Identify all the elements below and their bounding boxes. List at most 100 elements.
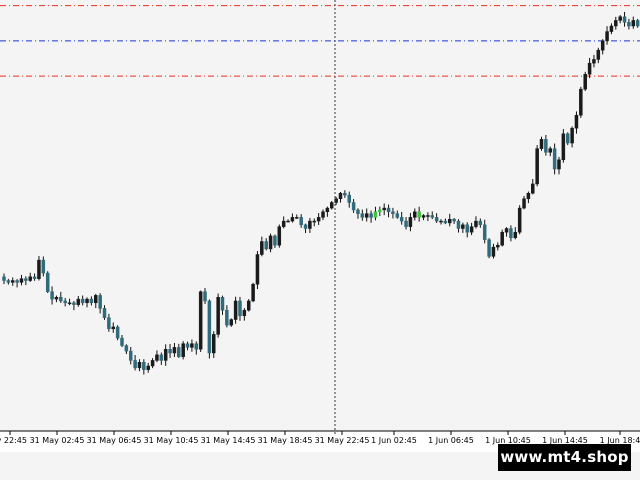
candle-body <box>364 213 369 218</box>
candle-body <box>583 74 587 90</box>
candle-body <box>111 326 115 330</box>
candle-body <box>343 192 347 196</box>
x-tick-label: 1 Jun 02:45 <box>371 436 417 445</box>
candle-body <box>159 354 164 361</box>
candle-body <box>356 209 360 214</box>
candle-body <box>461 224 465 229</box>
candle-body <box>32 276 37 279</box>
candle-body <box>172 347 177 354</box>
candle-body <box>622 16 627 23</box>
candle-body <box>347 194 351 203</box>
candle-body <box>544 139 548 153</box>
candle-body <box>260 241 264 255</box>
candle-body <box>338 192 343 200</box>
candle-body <box>85 298 89 304</box>
candle-body <box>303 224 308 229</box>
x-tick-label: y 22:45 <box>0 436 27 445</box>
candle-body <box>426 215 430 217</box>
candle-body <box>561 133 566 161</box>
candle-body <box>627 22 631 27</box>
x-tick-label: 31 May 18:45 <box>258 436 313 445</box>
candle-body <box>325 207 330 213</box>
candle-body <box>399 217 404 222</box>
candle-body <box>203 291 207 302</box>
candle-body <box>24 278 28 281</box>
candle-body <box>434 217 439 222</box>
candle-body <box>552 148 557 170</box>
candle-body <box>631 20 636 27</box>
candle-body <box>557 159 561 170</box>
candle-body <box>264 241 268 250</box>
candle-body <box>63 300 67 304</box>
candle-body <box>579 88 583 116</box>
candle-body <box>404 220 408 227</box>
candle-body <box>548 148 552 153</box>
candle-body <box>531 183 535 194</box>
candle-body <box>277 226 282 246</box>
candle-body <box>574 114 579 129</box>
candle-body <box>190 343 194 348</box>
candle-body <box>496 244 500 248</box>
candle-body <box>618 16 622 21</box>
candle-body <box>142 362 146 370</box>
candle-body <box>539 139 544 149</box>
candle-body <box>177 347 181 357</box>
candle-body <box>504 228 509 233</box>
candle-body <box>251 283 255 302</box>
candle-body <box>535 148 539 185</box>
candle-body <box>421 215 426 218</box>
candle-body <box>452 218 456 222</box>
candle-body <box>478 220 483 226</box>
candle-body <box>238 300 242 317</box>
candle-body <box>216 296 220 335</box>
candle-body <box>242 309 247 317</box>
candle-body <box>19 278 24 283</box>
chart-svg: y 22:4531 May 02:4531 May 06:4531 May 10… <box>0 0 640 445</box>
candle-body <box>168 349 172 354</box>
candle-body <box>10 280 15 283</box>
candle-body <box>316 217 321 222</box>
candle-body <box>391 211 395 214</box>
candle-body <box>45 272 50 292</box>
candle-body <box>290 217 295 222</box>
candle-body <box>295 217 299 219</box>
price-chart[interactable]: y 22:4531 May 02:4531 May 06:4531 May 10… <box>0 0 640 452</box>
candle-body <box>67 302 72 305</box>
x-tick-label: 31 May 10:45 <box>144 436 199 445</box>
candle-body <box>487 239 491 257</box>
candle-body <box>98 295 102 309</box>
candle-body <box>246 300 251 311</box>
candle-body <box>369 213 373 218</box>
candle-body <box>128 350 133 361</box>
candle-body <box>382 207 386 211</box>
candle-body <box>443 220 448 224</box>
candle-body <box>229 319 233 326</box>
x-tick-label: 31 May 06:45 <box>87 436 142 445</box>
candle-body <box>50 291 54 300</box>
candle-body <box>330 202 334 209</box>
candle-body <box>456 220 461 229</box>
candle-body <box>308 220 312 229</box>
candle-body <box>28 276 32 281</box>
candle-body <box>609 25 614 32</box>
candle-body <box>500 231 504 246</box>
candle-body <box>146 365 150 370</box>
candle-body <box>59 296 63 302</box>
candle-body <box>120 337 124 346</box>
candle-body <box>212 334 216 354</box>
candle-body <box>281 220 286 227</box>
candle-body <box>395 213 400 218</box>
x-tick-label: 1 Jun 06:45 <box>428 436 474 445</box>
candle-body <box>299 217 303 226</box>
candle-body <box>72 302 76 305</box>
candle-body <box>439 220 443 223</box>
candle-body <box>115 326 120 339</box>
candle-body <box>286 220 290 223</box>
candle-body <box>107 317 111 330</box>
x-tick-label: 31 May 02:45 <box>30 436 85 445</box>
candle-body <box>312 220 317 223</box>
candle-body <box>2 276 6 281</box>
candle-body <box>220 296 225 311</box>
candle-body <box>102 308 107 318</box>
candle-body <box>321 211 325 218</box>
